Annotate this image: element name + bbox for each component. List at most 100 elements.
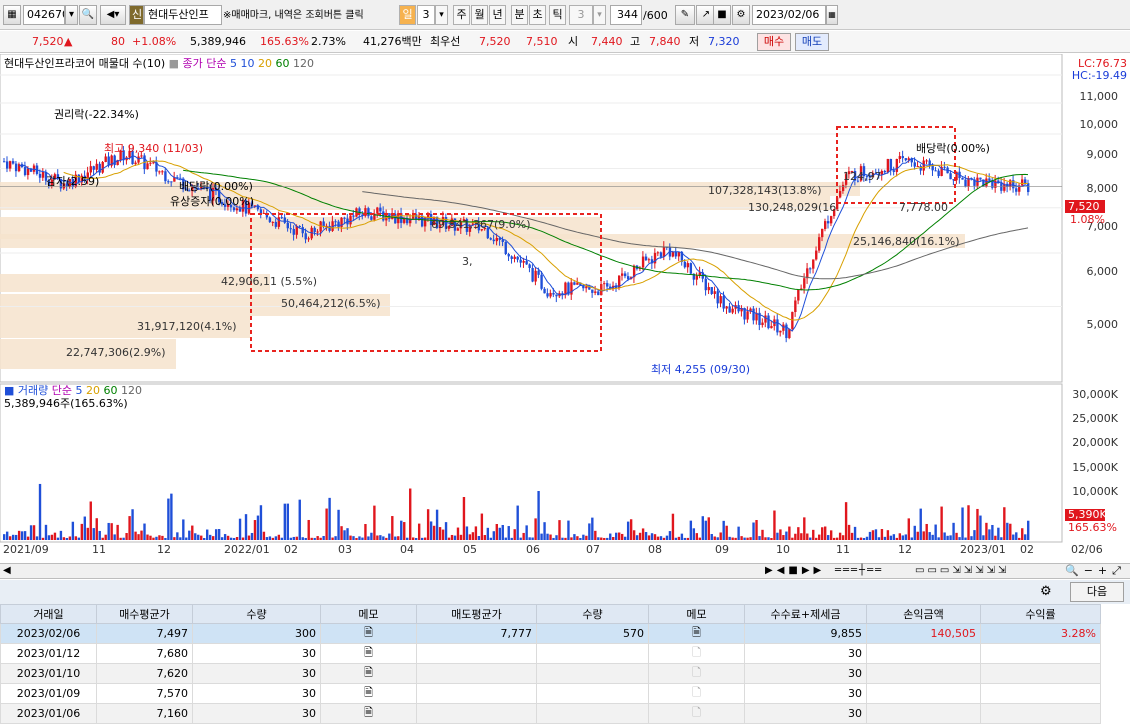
- table-row[interactable]: 2023/01/12 7,680 30 🗎 🗋 30: [0, 643, 1101, 664]
- buy-button[interactable]: 매수: [757, 33, 791, 51]
- zoom-icons[interactable]: 🔍−+⤢: [1065, 564, 1126, 578]
- volume-bar: [340, 526, 343, 540]
- volume-bar: [737, 526, 740, 540]
- candle-body: [767, 315, 770, 329]
- search-icon[interactable]: 🔍: [79, 5, 97, 25]
- period-tick[interactable]: 틱: [549, 5, 566, 25]
- candle-body: [603, 283, 606, 285]
- candle-body: [806, 268, 809, 279]
- volume-bar: [752, 522, 755, 540]
- volume-bar: [925, 523, 928, 540]
- volume-bar: [982, 535, 985, 540]
- code-input[interactable]: 042670: [23, 5, 65, 25]
- zoom-slider-icon[interactable]: ═══┼══: [835, 565, 883, 576]
- volume-bar: [409, 488, 412, 540]
- candle-body: [1015, 188, 1018, 192]
- volume-bar: [86, 527, 89, 540]
- candle-body: [158, 171, 161, 173]
- volume-bar: [779, 529, 782, 540]
- volume-bar: [471, 532, 475, 540]
- chart-scrollbar[interactable]: ◀ ▶◀■▶▶ ═══┼══ ▭▭▭⇲⇲⇲⇲⇲ 🔍−+⤢: [0, 563, 1130, 579]
- volume-bar: [65, 537, 69, 540]
- volume-bar: [280, 537, 284, 540]
- volume-bar: [11, 534, 15, 540]
- table-row[interactable]: 2023/01/10 7,620 30 🗎 🗋 30: [0, 663, 1101, 684]
- chart-svg[interactable]: [0, 54, 1130, 564]
- high-label: 고: [630, 35, 641, 48]
- count-input[interactable]: 344: [610, 5, 642, 25]
- volume-bar: [824, 526, 827, 540]
- volume-bar: [874, 529, 878, 540]
- scroll-left-icon[interactable]: ◀: [3, 565, 11, 576]
- period-week[interactable]: 주: [453, 5, 470, 25]
- calendar-icon[interactable]: ▦: [826, 5, 838, 25]
- volume-bar: [594, 530, 597, 540]
- volume-bar: [531, 537, 534, 540]
- period-minute[interactable]: 분: [511, 5, 528, 25]
- volume-bar: [211, 536, 215, 540]
- volume-bar: [588, 523, 591, 540]
- candle-body: [934, 170, 937, 172]
- table-row[interactable]: 2023/01/09 7,570 30 🗎 🗋 30: [0, 683, 1101, 704]
- candle-body: [695, 275, 699, 280]
- volume-bar: [247, 535, 251, 540]
- high-price: 7,840: [649, 35, 681, 48]
- volume-bar: [620, 533, 624, 540]
- volume-bar: [707, 517, 710, 540]
- volume-bar: [776, 532, 779, 540]
- save-icon[interactable]: ■: [713, 5, 731, 25]
- x-tick: 07: [586, 543, 600, 556]
- volume-bar: [892, 534, 896, 540]
- period-second[interactable]: 초: [529, 5, 546, 25]
- period-year[interactable]: 년: [489, 5, 506, 25]
- volume-bar: [692, 528, 696, 540]
- low-annotation: 최저 4,255 (09/30): [651, 363, 751, 376]
- candle-body: [704, 278, 707, 291]
- volume-bar: [797, 527, 800, 540]
- candle-body: [137, 156, 140, 163]
- volume-bar: [17, 530, 21, 540]
- volume-bar: [182, 519, 185, 540]
- chart-area[interactable]: 현대두산인프라코어 매물대 수(10) ■ 종가 단순 5 10 20 60 1…: [0, 54, 1130, 564]
- volume-bar: [946, 535, 949, 540]
- tick-dropdown-icon[interactable]: ▾: [593, 5, 606, 25]
- playback-controls-icon[interactable]: ▶◀■▶▶: [765, 565, 825, 576]
- date-input[interactable]: 2023/02/06: [752, 5, 826, 25]
- chart-tool-icon[interactable]: ✎: [675, 5, 695, 25]
- period-month[interactable]: 월: [471, 5, 488, 25]
- volume-bar: [35, 536, 39, 540]
- volume-bar: [214, 529, 218, 540]
- candle-body: [379, 207, 382, 212]
- candle-body: [913, 162, 916, 167]
- folder-icon[interactable]: ▦: [3, 5, 21, 25]
- candle-body: [597, 291, 600, 296]
- period-day[interactable]: 일: [399, 5, 416, 25]
- profile-label: 69,841,367(9.0%): [431, 218, 531, 231]
- volume-bar: [597, 537, 600, 540]
- candle-body: [161, 171, 164, 173]
- volume-bar: [1027, 520, 1030, 540]
- volume-bar: [922, 531, 925, 540]
- stock-name[interactable]: 현대두산인프: [144, 5, 222, 25]
- interval-dropdown-icon[interactable]: ▾: [435, 5, 448, 25]
- volume-bar: [1009, 523, 1012, 540]
- table-row[interactable]: 2023/02/06 7,497 300 🗎 7,777 570 🗎 9,855 140,5…: [0, 623, 1101, 644]
- code-dropdown-icon[interactable]: ▾: [65, 5, 78, 25]
- quote-bar: 7,520 ▲ 80 +1.08% 5,389,946 165.63% 2.73…: [0, 31, 1130, 53]
- volume-bar: [173, 537, 176, 540]
- tick-interval[interactable]: 3: [569, 5, 593, 25]
- next-button[interactable]: 다음: [1070, 582, 1124, 602]
- volume-bar: [92, 528, 95, 540]
- settings-gear-icon[interactable]: ⚙: [732, 5, 750, 25]
- volume-bar: [1012, 534, 1015, 540]
- candle-body: [3, 161, 6, 163]
- sell-button[interactable]: 매도: [795, 33, 829, 51]
- volume-bar: [519, 537, 522, 540]
- speaker-icon[interactable]: ◀▾: [100, 5, 126, 25]
- period-interval[interactable]: 3: [417, 5, 435, 25]
- settings-gear-icon[interactable]: ⚙: [1040, 584, 1052, 599]
- chart-layout-icons[interactable]: ▭▭▭⇲⇲⇲⇲⇲: [915, 565, 1009, 576]
- volume-bar: [304, 537, 307, 540]
- candle-body: [167, 181, 170, 183]
- volume-bar: [125, 533, 128, 540]
